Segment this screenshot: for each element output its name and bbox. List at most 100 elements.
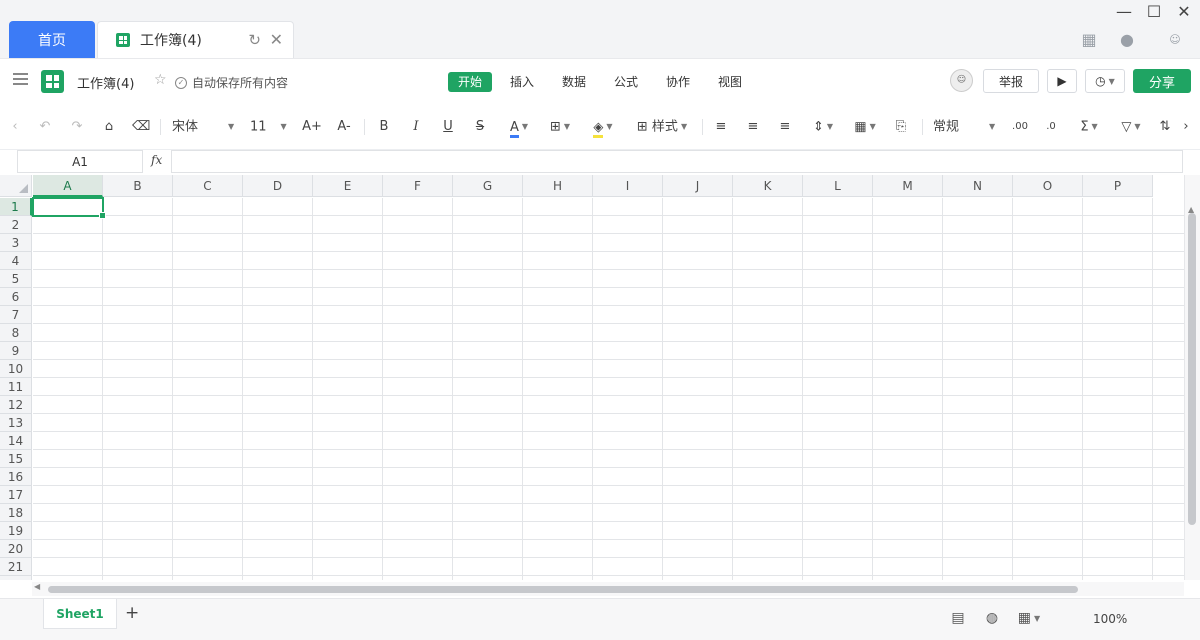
row-header[interactable]: 7	[0, 306, 32, 324]
column-header[interactable]: H	[523, 175, 593, 197]
apps-grid-icon[interactable]: ▦	[1080, 31, 1098, 49]
row-header[interactable]: 15	[0, 450, 32, 468]
fill-color-icon[interactable]: ◈ ▼	[588, 117, 618, 138]
tab-home[interactable]: 首页	[9, 21, 95, 58]
filter-icon[interactable]: ▽ ▼	[1116, 117, 1146, 137]
column-header[interactable]: M	[873, 175, 943, 197]
column-header[interactable]: J	[663, 175, 733, 197]
report-button[interactable]: 举报	[983, 69, 1039, 93]
star-icon[interactable]: ☆	[154, 72, 167, 88]
share-button[interactable]: 分享	[1133, 69, 1191, 93]
row-header[interactable]: 9	[0, 342, 32, 360]
column-header[interactable]: O	[1013, 175, 1083, 197]
menu-collaborate[interactable]: 协作	[666, 72, 690, 92]
row-header[interactable]: 13	[0, 414, 32, 432]
menu-view[interactable]: 视图	[718, 72, 742, 92]
column-header[interactable]: B	[103, 175, 173, 197]
row-header[interactable]: 18	[0, 504, 32, 522]
bold-button[interactable]: B	[376, 117, 392, 137]
select-all-corner[interactable]	[0, 175, 32, 197]
row-header[interactable]: 3	[0, 234, 32, 252]
redo-icon[interactable]: ↷	[68, 117, 86, 137]
menu-start[interactable]: 开始	[448, 72, 493, 92]
vertical-align-icon[interactable]: ⇕ ▼	[808, 117, 838, 137]
row-header[interactable]: 11	[0, 378, 32, 396]
menu-data[interactable]: 数据	[562, 72, 586, 92]
menu-insert[interactable]: 插入	[510, 72, 534, 92]
column-header[interactable]: L	[803, 175, 873, 197]
column-header[interactable]: C	[173, 175, 243, 197]
chevron-right-icon[interactable]: ›	[1180, 117, 1192, 137]
column-header[interactable]: F	[383, 175, 453, 197]
active-cell-a1[interactable]	[32, 197, 106, 219]
decrease-decimal-button[interactable]: .0	[1042, 117, 1060, 137]
avatar[interactable]: ☺	[950, 69, 973, 92]
zoom-level[interactable]: 100%	[1093, 612, 1127, 626]
column-header[interactable]: P	[1083, 175, 1153, 197]
sheet-protect-icon[interactable]: ▤	[948, 610, 968, 626]
fx-icon[interactable]: fx	[151, 153, 162, 167]
align-center-icon[interactable]: ≡	[744, 117, 762, 137]
row-header[interactable]: 20	[0, 540, 32, 558]
italic-button[interactable]: I	[408, 117, 424, 137]
scroll-left-icon[interactable]: ◀	[34, 582, 40, 591]
strikethrough-button[interactable]: S	[472, 117, 488, 137]
font-shrink-button[interactable]: A-	[334, 117, 354, 137]
cell-style-button[interactable]: ⊞ 样式 ▼	[632, 117, 692, 137]
wrap-text-icon[interactable]: ⎘	[892, 117, 910, 137]
sort-icon[interactable]: ⇅	[1156, 117, 1174, 137]
increase-decimal-button[interactable]: .00	[1010, 117, 1030, 137]
row-header[interactable]: 5	[0, 270, 32, 288]
horizontal-scrollbar[interactable]: ◀	[32, 582, 1184, 596]
minimize-icon[interactable]: —	[1112, 2, 1136, 21]
row-header[interactable]: 10	[0, 360, 32, 378]
document-title[interactable]: 工作簿(4)	[77, 73, 134, 92]
maximize-icon[interactable]: ☐	[1142, 2, 1166, 21]
font-grow-button[interactable]: A+	[302, 117, 322, 137]
cell-grid[interactable]: A B C D E F G H I J K L M N O P 1 2 3 4 5 6 7 8 9 10 11 12 13 14 15 16 1…	[0, 175, 1184, 580]
column-header[interactable]: K	[733, 175, 803, 197]
vertical-scroll-thumb[interactable]	[1188, 213, 1196, 525]
video-icon[interactable]: ▶	[1047, 69, 1077, 93]
borders-icon[interactable]: ⊞ ▼	[545, 117, 575, 137]
window-close-icon[interactable]: ✕	[1172, 2, 1196, 21]
column-header[interactable]: D	[243, 175, 313, 197]
column-header[interactable]: E	[313, 175, 383, 197]
close-icon[interactable]: ✕	[270, 30, 283, 49]
tab-workbook[interactable]: 工作簿(4) ↻ ✕	[97, 21, 294, 58]
row-header[interactable]: 12	[0, 396, 32, 414]
add-sheet-button[interactable]: +	[125, 603, 139, 623]
font-color-button[interactable]: A ▼	[504, 117, 534, 138]
row-header[interactable]: 1	[0, 198, 32, 216]
row-header[interactable]: 14	[0, 432, 32, 450]
menu-formula[interactable]: 公式	[614, 72, 638, 92]
cells-area[interactable]	[33, 198, 1184, 580]
hamburger-menu-icon[interactable]	[13, 73, 28, 86]
row-header[interactable]: 8	[0, 324, 32, 342]
vertical-scrollbar[interactable]: ▲	[1184, 175, 1200, 580]
format-painter-icon[interactable]: ⌂	[100, 117, 118, 137]
row-header[interactable]: 19	[0, 522, 32, 540]
column-header[interactable]: I	[593, 175, 663, 197]
column-header[interactable]: N	[943, 175, 1013, 197]
view-layout-icon[interactable]: ▦ ▼	[1014, 610, 1044, 626]
row-header[interactable]: 4	[0, 252, 32, 270]
globe-icon[interactable]: ◍	[982, 610, 1002, 626]
refresh-icon[interactable]: ↻	[248, 31, 261, 49]
font-family-select[interactable]: 宋体 ▼	[172, 117, 236, 137]
history-clock-icon[interactable]: ◷ ▼	[1085, 69, 1125, 93]
sheet-tab-sheet1[interactable]: Sheet1	[43, 599, 117, 629]
row-header[interactable]: 2	[0, 216, 32, 234]
undo-icon[interactable]: ↶	[36, 117, 54, 137]
underline-button[interactable]: U	[440, 117, 456, 137]
row-header[interactable]: 17	[0, 486, 32, 504]
chat-icon[interactable]: ●	[1118, 31, 1136, 49]
user-avatar-icon[interactable]: ☺	[1166, 31, 1184, 49]
row-header[interactable]: 22	[0, 576, 32, 580]
autosum-button[interactable]: Σ ▼	[1074, 117, 1104, 137]
number-format-select[interactable]: 常规 ▼	[933, 117, 997, 137]
chevron-left-icon[interactable]: ‹	[8, 117, 22, 137]
merge-cells-icon[interactable]: ▦ ▼	[850, 117, 880, 137]
row-header[interactable]: 16	[0, 468, 32, 486]
column-header[interactable]: G	[453, 175, 523, 197]
